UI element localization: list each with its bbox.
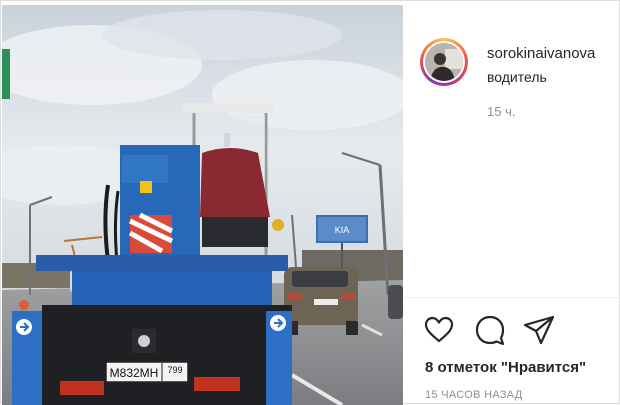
- user-subtitle: водитель: [487, 69, 547, 85]
- post-frame: KIA М832МН 799 sorokinaivanova водитель …: [0, 0, 620, 405]
- likes-count[interactable]: 8 отметок "Нравится": [425, 359, 586, 376]
- like-button[interactable]: [422, 313, 456, 347]
- heart-icon: [424, 316, 454, 343]
- share-icon: [523, 315, 555, 345]
- avatar-image: [425, 43, 463, 81]
- comment-button[interactable]: [473, 313, 507, 347]
- divider: [404, 297, 620, 298]
- comment-icon: [475, 315, 505, 346]
- post-sidebar: sorokinaivanova водитель 15 ч. 8 отметок…: [404, 1, 620, 405]
- avatar[interactable]: [420, 38, 468, 86]
- suv-car: [284, 267, 358, 335]
- license-plate-number: М832МН: [110, 366, 159, 380]
- post-photo[interactable]: KIA М832МН 799: [2, 5, 403, 405]
- username[interactable]: sorokinaivanova: [487, 45, 595, 62]
- billboard-text: KIA: [335, 225, 350, 235]
- post-time[interactable]: 15 ч.: [487, 104, 515, 119]
- share-button[interactable]: [522, 313, 556, 347]
- post-date: 15 ЧАСОВ НАЗАД: [425, 389, 523, 401]
- license-plate-region: 799: [167, 365, 182, 375]
